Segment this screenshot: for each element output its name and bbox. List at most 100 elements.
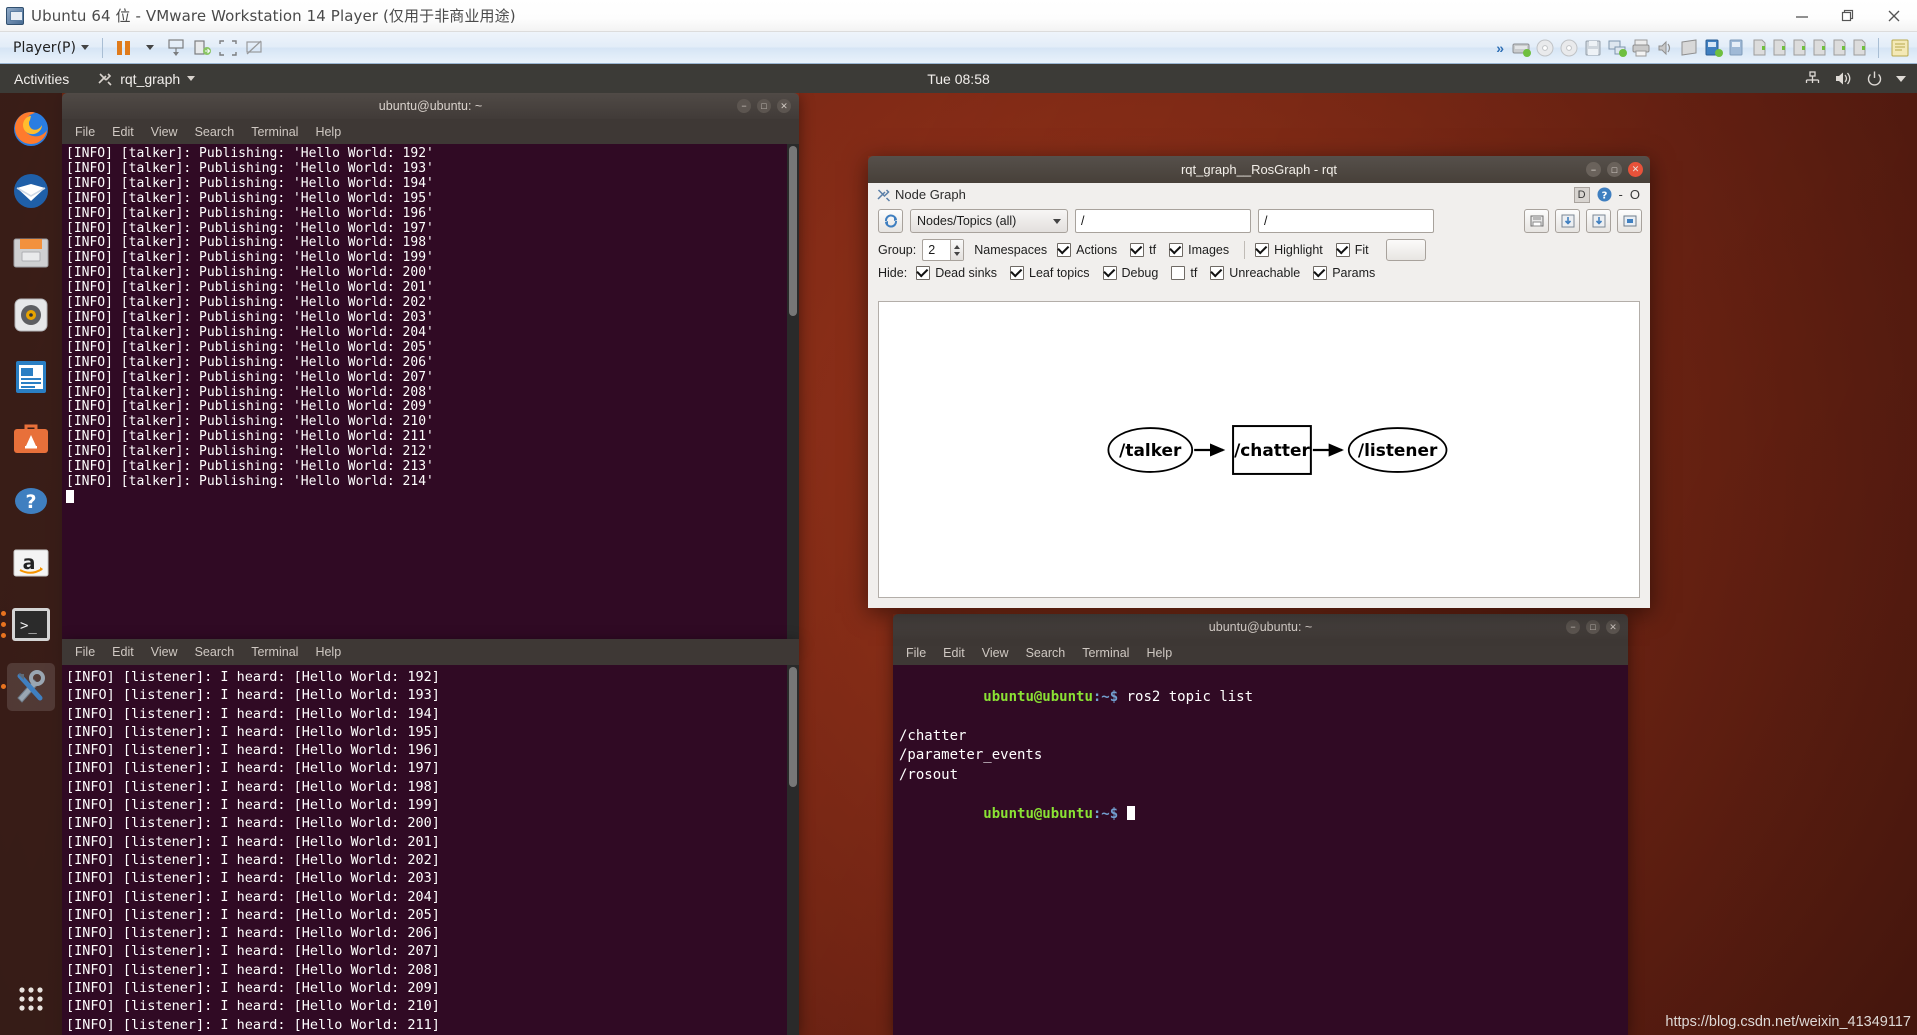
- menu-edit[interactable]: Edit: [943, 646, 965, 660]
- volume-icon[interactable]: [1834, 70, 1853, 87]
- talker-terminal-titlebar[interactable]: ubuntu@ubuntu: ~ − □ ✕: [62, 93, 799, 119]
- show-applications-button[interactable]: [7, 975, 55, 1023]
- menu-view[interactable]: View: [151, 645, 178, 659]
- menu-search[interactable]: Search: [195, 645, 235, 659]
- dock-item-rhythmbox[interactable]: [7, 291, 55, 339]
- topic-terminal-titlebar[interactable]: ubuntu@ubuntu: ~ − □ ✕: [893, 614, 1628, 640]
- hard-disk-icon[interactable]: [1510, 37, 1532, 59]
- floppy-icon[interactable]: [1582, 37, 1604, 59]
- usb-port-5-icon[interactable]: [1830, 37, 1848, 59]
- rqt-titlebar[interactable]: rqt_graph__RosGraph - rqt − □ ✕: [868, 156, 1650, 183]
- usb-port-1-icon[interactable]: [1750, 37, 1768, 59]
- close-button[interactable]: [1871, 0, 1917, 32]
- dock-float-button[interactable]: -: [1619, 187, 1623, 202]
- usb-port-6-icon[interactable]: [1850, 37, 1868, 59]
- talker-terminal-output[interactable]: [INFO] [talker]: Publishing: 'Hello Worl…: [62, 144, 799, 643]
- close-button[interactable]: ✕: [1628, 162, 1643, 177]
- minimize-button[interactable]: [1779, 0, 1825, 32]
- restore-button[interactable]: [1825, 0, 1871, 32]
- filter-exclude-input[interactable]: /: [1258, 209, 1434, 233]
- menu-file[interactable]: File: [75, 125, 95, 139]
- dock-item-rqt-graph[interactable]: [1, 663, 55, 711]
- unnamed-toolbar-button[interactable]: [1385, 239, 1426, 261]
- cd-drive-2-icon[interactable]: [1558, 37, 1580, 59]
- usb-device-1-icon[interactable]: [1702, 37, 1724, 59]
- menu-edit[interactable]: Edit: [112, 125, 134, 139]
- menu-help[interactable]: Help: [315, 125, 341, 139]
- rqt-graph-window[interactable]: rqt_graph__RosGraph - rqt − □ ✕ Node Gra…: [868, 156, 1650, 608]
- dock-item-terminal[interactable]: >_: [1, 601, 55, 649]
- talker-scrollbar[interactable]: [787, 144, 799, 643]
- menu-search[interactable]: Search: [195, 125, 235, 139]
- menu-help[interactable]: Help: [1146, 646, 1172, 660]
- fullscreen-button[interactable]: [215, 35, 241, 61]
- app-menu-button[interactable]: rqt_graph: [97, 71, 196, 87]
- activities-button[interactable]: Activities: [14, 71, 69, 87]
- dock-item-amazon[interactable]: a: [7, 539, 55, 587]
- cd-drive-1-icon[interactable]: [1534, 37, 1556, 59]
- menu-view[interactable]: View: [982, 646, 1009, 660]
- dock-help-badge[interactable]: D: [1573, 186, 1590, 203]
- menu-terminal[interactable]: Terminal: [1082, 646, 1129, 660]
- network-adapter-icon[interactable]: [1606, 37, 1628, 59]
- disconnect-display-button[interactable]: [241, 35, 267, 61]
- dock-item-ubuntu-software[interactable]: [7, 415, 55, 463]
- maximize-button[interactable]: □: [1607, 162, 1622, 177]
- checkbox-images[interactable]: Images: [1169, 243, 1229, 257]
- checkbox-params[interactable]: Params: [1313, 266, 1375, 280]
- dock-item-help[interactable]: ?: [7, 477, 55, 525]
- topic-terminal-window[interactable]: ubuntu@ubuntu: ~ − □ ✕ File Edit View Se…: [893, 614, 1628, 1035]
- checkbox-actions[interactable]: Actions: [1057, 243, 1117, 257]
- printer-icon[interactable]: [1630, 37, 1652, 59]
- dock-close-button[interactable]: O: [1630, 187, 1640, 202]
- sound-card-icon[interactable]: [1654, 37, 1676, 59]
- checkbox-highlight[interactable]: Highlight: [1255, 243, 1323, 257]
- refresh-button[interactable]: [878, 209, 903, 233]
- graph-node-chatter[interactable]: /chatter: [1232, 425, 1312, 475]
- listener-scrollbar[interactable]: [787, 665, 799, 1035]
- close-button[interactable]: ✕: [777, 99, 791, 113]
- menu-file[interactable]: File: [75, 645, 95, 659]
- clock[interactable]: Tue 08:58: [927, 71, 990, 87]
- minimize-button[interactable]: −: [1586, 162, 1601, 177]
- spinbox-arrows[interactable]: [950, 240, 964, 260]
- checkbox-hide-tf[interactable]: tf: [1171, 266, 1197, 280]
- chevron-down-icon[interactable]: [1896, 75, 1906, 82]
- usb-port-3-icon[interactable]: [1790, 37, 1808, 59]
- menu-terminal[interactable]: Terminal: [251, 645, 298, 659]
- ros-graph-canvas[interactable]: /talker /chatter /listener: [878, 301, 1640, 598]
- graph-type-combobox[interactable]: Nodes/Topics (all): [910, 209, 1068, 233]
- graph-node-listener[interactable]: /listener: [1347, 427, 1448, 473]
- checkbox-leaf-topics[interactable]: Leaf topics: [1010, 266, 1090, 280]
- checkbox-tf[interactable]: tf: [1130, 243, 1156, 257]
- checkbox-unreachable[interactable]: Unreachable: [1210, 266, 1300, 280]
- checkbox-dead-sinks[interactable]: Dead sinks: [916, 266, 997, 280]
- dock-help-icon[interactable]: ?: [1597, 187, 1612, 202]
- dock-item-thunderbird[interactable]: [7, 167, 55, 215]
- power-icon[interactable]: [1866, 70, 1883, 87]
- save-dot-button[interactable]: [1586, 209, 1611, 233]
- filter-include-input[interactable]: /: [1075, 209, 1251, 233]
- menu-search[interactable]: Search: [1026, 646, 1066, 660]
- network-icon[interactable]: [1804, 70, 1821, 87]
- expand-toolbar-icon[interactable]: »: [1492, 40, 1508, 56]
- player-menu-button[interactable]: Player(P): [8, 38, 94, 58]
- usb-port-4-icon[interactable]: [1810, 37, 1828, 59]
- checkbox-fit[interactable]: Fit: [1335, 243, 1369, 257]
- close-button[interactable]: ✕: [1606, 620, 1620, 634]
- dock-item-libreoffice-writer[interactable]: [7, 353, 55, 401]
- minimize-button[interactable]: −: [1566, 620, 1580, 634]
- usb-port-2-icon[interactable]: [1770, 37, 1788, 59]
- minimize-button[interactable]: −: [737, 99, 751, 113]
- menu-terminal[interactable]: Terminal: [251, 125, 298, 139]
- unity-mode-button[interactable]: [189, 35, 215, 61]
- dock-item-files[interactable]: [7, 229, 55, 277]
- graph-node-talker[interactable]: /talker: [1107, 427, 1194, 473]
- topic-terminal-output[interactable]: ubuntu@ubuntu:~$ ros2 topic list /chatte…: [893, 665, 1628, 1035]
- pause-button[interactable]: [111, 35, 137, 61]
- menu-edit[interactable]: Edit: [112, 645, 134, 659]
- display-icon[interactable]: [1678, 37, 1700, 59]
- menu-help[interactable]: Help: [315, 645, 341, 659]
- dock-item-firefox[interactable]: [7, 105, 55, 153]
- checkbox-debug[interactable]: Debug: [1102, 266, 1158, 280]
